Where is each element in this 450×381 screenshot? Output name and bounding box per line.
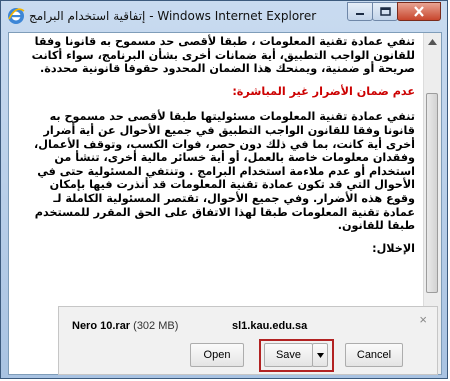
- close-icon[interactable]: ×: [419, 312, 427, 327]
- agreement-paragraph: تنفي عمادة تقنية المعلومات مسئوليتها طبق…: [34, 110, 415, 233]
- ie-window: إتفاقية استخدام البرامج - Windows Intern…: [0, 0, 448, 379]
- window-controls: [347, 2, 441, 21]
- download-notification-bar: × Nero 10.rar (302 MB) sl1.kau.edu.sa Op…: [58, 306, 438, 375]
- internet-explorer-icon: [7, 7, 25, 25]
- agreement-text: تنفي عمادة تقنية المعلومات ، طبقا لأقصى …: [25, 35, 415, 264]
- maximize-button[interactable]: [372, 2, 398, 21]
- agreement-paragraph: الإخلال:: [372, 241, 415, 255]
- download-filename: Nero 10.rar: [72, 320, 131, 332]
- window-title: إتفاقية استخدام البرامج - Windows Intern…: [29, 9, 317, 23]
- cancel-button[interactable]: Cancel: [345, 343, 403, 367]
- close-icon: [414, 6, 424, 17]
- section-heading: عدم ضمان الأضرار غير المباشرة:: [232, 84, 415, 98]
- close-button[interactable]: [397, 2, 441, 21]
- download-source-site: sl1.kau.edu.sa: [232, 320, 308, 332]
- minimize-icon: [356, 12, 364, 15]
- download-file-info: Nero 10.rar (302 MB): [72, 320, 178, 332]
- download-file-size: (302 MB): [133, 320, 179, 332]
- save-highlight-box: [259, 339, 334, 372]
- minimize-button[interactable]: [347, 2, 373, 21]
- scrollbar-thumb[interactable]: [426, 93, 438, 293]
- scroll-up-arrow-icon[interactable]: [424, 33, 441, 50]
- open-button[interactable]: Open: [190, 343, 244, 367]
- maximize-icon: [379, 7, 391, 16]
- agreement-paragraph: تنفي عمادة تقنية المعلومات ، طبقا لأقصى …: [31, 35, 415, 76]
- title-bar: إتفاقية استخدام البرامج - Windows Intern…: [1, 1, 447, 33]
